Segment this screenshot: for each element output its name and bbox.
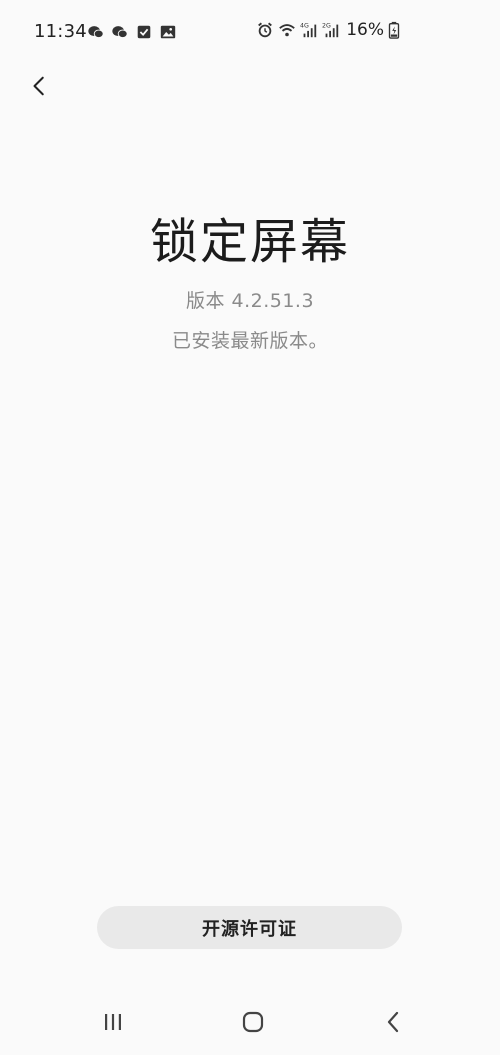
wechat-icon	[87, 23, 105, 41]
svg-text:2G: 2G	[322, 22, 331, 29]
about-screen: 11:34 4G 2G 16% 锁定屏幕 版本 4.2.51.3 已安装最新版本…	[0, 0, 500, 1055]
home-button[interactable]	[240, 1009, 266, 1035]
navigation-bar	[0, 995, 500, 1055]
open-source-license-button[interactable]: 开源许可证	[97, 906, 402, 949]
battery-percent: 16%	[346, 20, 384, 40]
checkbox-icon	[135, 23, 153, 41]
recent-apps-icon	[105, 1014, 121, 1030]
system-status-icons: 4G 2G 16%	[256, 20, 400, 40]
app-version: 版本 4.2.51.3	[185, 290, 315, 312]
chevron-left-icon	[33, 76, 44, 96]
status-time: 11:34	[34, 21, 87, 42]
back-button[interactable]	[20, 66, 60, 106]
app-title: 锁定屏幕	[149, 214, 350, 270]
recent-apps-button[interactable]	[100, 1009, 126, 1035]
wifi-icon	[278, 21, 296, 39]
update-status: 已安装最新版本。	[171, 330, 328, 352]
svg-text:4G: 4G	[300, 22, 309, 29]
home-icon	[242, 1011, 264, 1033]
back-icon	[387, 1011, 399, 1033]
alarm-icon	[256, 21, 274, 39]
status-bar: 11:34 4G 2G 16%	[0, 0, 500, 62]
signal-2g-icon: 2G	[322, 21, 340, 39]
nav-back-button[interactable]	[381, 1009, 407, 1035]
notification-icons	[87, 23, 177, 41]
battery-charging-icon	[388, 21, 400, 39]
gallery-icon	[159, 23, 177, 41]
signal-4g-icon: 4G	[300, 21, 318, 39]
wechat-icon	[111, 23, 129, 41]
